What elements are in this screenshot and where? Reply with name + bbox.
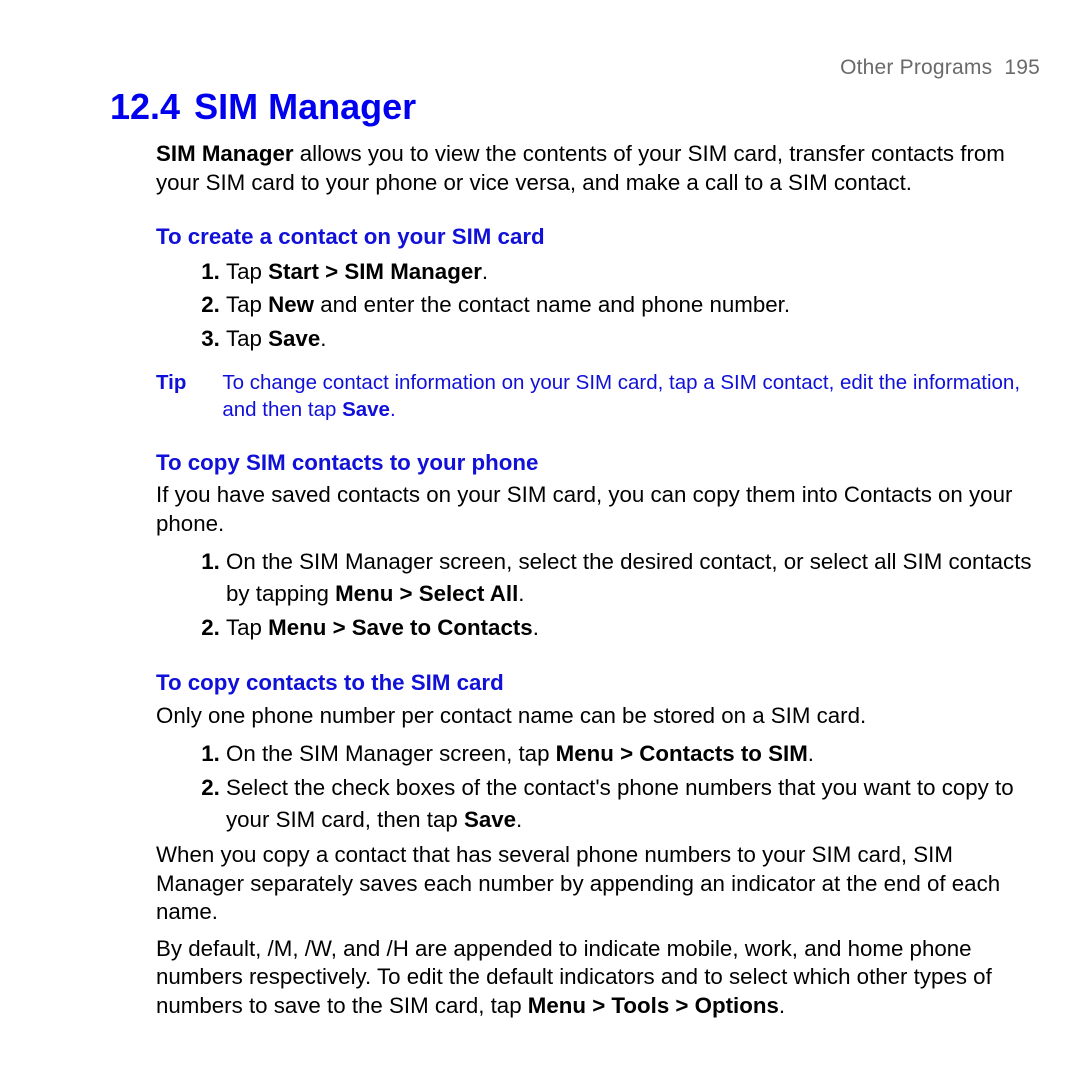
step: Tap Save. (226, 323, 1036, 355)
step: On the SIM Manager screen, tap Menu > Co… (226, 738, 1036, 770)
intro-paragraph: SIM Manager allows you to view the conte… (156, 140, 1036, 197)
step: Tap Start > SIM Manager. (226, 256, 1036, 288)
bold-text: Save (342, 398, 390, 421)
section3-para2: By default, /M, /W, and /H are appended … (156, 935, 1036, 1021)
text: Tap (226, 259, 268, 284)
section2-intro: If you have saved contacts on your SIM c… (156, 481, 1036, 538)
bold-text: Menu > Select All (335, 581, 518, 606)
tip-text: To change contact information on your SI… (222, 369, 1036, 423)
step: Select the check boxes of the contact's … (226, 772, 1036, 835)
text: Tap (226, 292, 268, 317)
section-name: SIM Manager (194, 86, 416, 127)
text: . (518, 581, 524, 606)
text: Tap (226, 326, 268, 351)
steps-create: Tap Start > SIM Manager. Tap New and ent… (156, 256, 1036, 355)
text: Select the check boxes of the contact's … (226, 775, 1014, 832)
steps-copy-to-sim: On the SIM Manager screen, tap Menu > Co… (156, 738, 1036, 835)
step: On the SIM Manager screen, select the de… (226, 546, 1036, 609)
tip-label: Tip (156, 369, 186, 423)
section3-intro: Only one phone number per contact name c… (156, 702, 1036, 731)
bold-text: Menu > Tools > Options (528, 993, 779, 1018)
section-number: 12.4 (110, 86, 180, 127)
page-number: 195 (1004, 56, 1040, 79)
body: SIM Manager allows you to view the conte… (156, 140, 1036, 1020)
running-header: Other Programs 195 (840, 56, 1040, 80)
bold-text: Start > SIM Manager (268, 259, 482, 284)
bold-text: Save (268, 326, 320, 351)
bold-text: New (268, 292, 314, 317)
bold-text: Menu > Save to Contacts (268, 615, 533, 640)
text: . (533, 615, 539, 640)
step: Tap New and enter the contact name and p… (226, 289, 1036, 321)
text: . (390, 398, 396, 421)
text: . (320, 326, 326, 351)
tip-block: Tip To change contact information on you… (156, 369, 1036, 423)
text: . (482, 259, 488, 284)
subheading-copy-to-phone: To copy SIM contacts to your phone (156, 449, 1036, 478)
text: and enter the contact name and phone num… (314, 292, 790, 317)
section3-para1: When you copy a contact that has several… (156, 841, 1036, 927)
page: Other Programs 195 12.4 SIM Manager SIM M… (0, 0, 1080, 1080)
text: . (808, 741, 814, 766)
chapter-name: Other Programs (840, 56, 992, 79)
bold-text: Menu > Contacts to SIM (556, 741, 808, 766)
intro-lead: SIM Manager (156, 141, 294, 166)
subheading-create: To create a contact on your SIM card (156, 223, 1036, 252)
subheading-copy-to-sim: To copy contacts to the SIM card (156, 669, 1036, 698)
text: . (779, 993, 785, 1018)
steps-copy-to-phone: On the SIM Manager screen, select the de… (156, 546, 1036, 643)
section-title: 12.4 SIM Manager (110, 86, 1040, 128)
text: On the SIM Manager screen, tap (226, 741, 556, 766)
bold-text: Save (464, 807, 516, 832)
text: Tap (226, 615, 268, 640)
text: . (516, 807, 522, 832)
step: Tap Menu > Save to Contacts. (226, 612, 1036, 644)
